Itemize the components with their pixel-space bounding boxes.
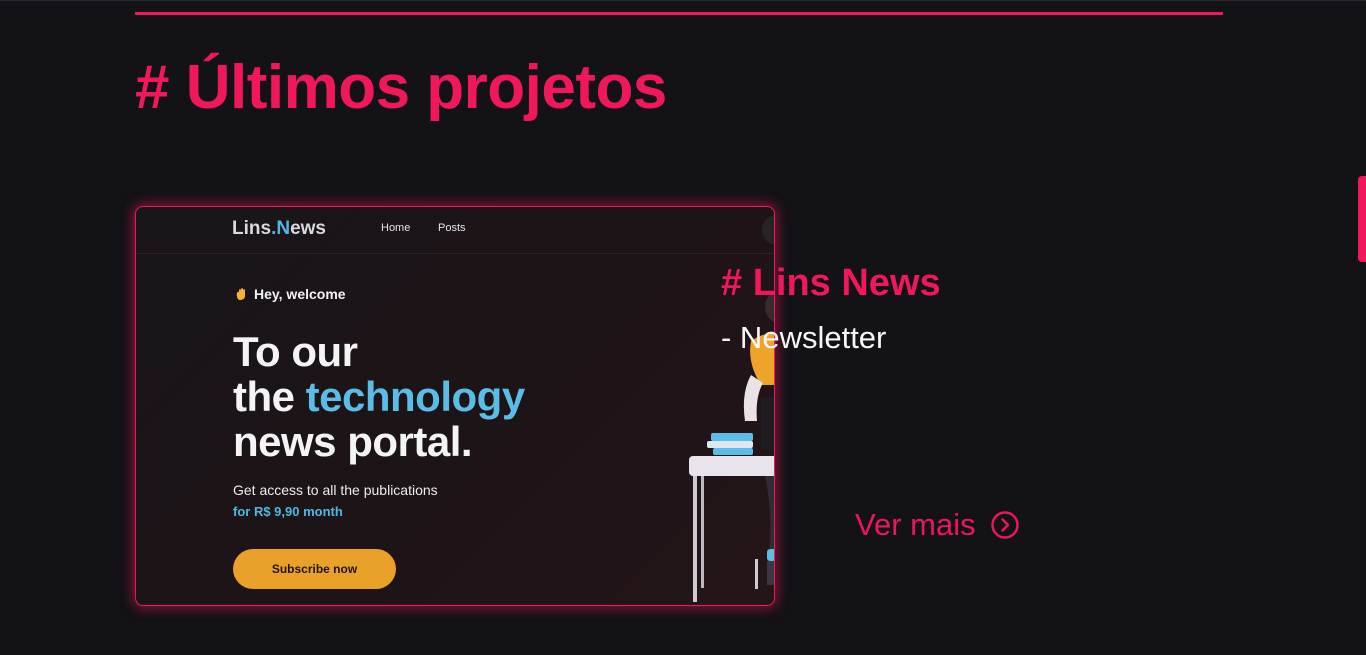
preview-avatar: [762, 215, 774, 245]
section-divider: [135, 12, 1223, 15]
project-name: # Lins News: [721, 262, 941, 304]
preview-subscribe-button: Subscribe now: [233, 549, 396, 589]
preview-description: Get access to all the publications: [233, 482, 438, 498]
top-border: [0, 0, 1366, 1]
see-more-label: Ver mais: [855, 507, 976, 542]
preview-price: for R$ 9,90 month: [233, 504, 343, 519]
preview-navbar: Lins.News Home Posts: [136, 207, 774, 254]
scroll-indicator[interactable]: [1358, 176, 1366, 262]
section-title: # Últimos projetos: [135, 53, 667, 122]
chevron-right-circle-icon: [990, 511, 1019, 539]
preview-greeting: Hey, welcome: [234, 286, 346, 302]
preview-logo: Lins.News: [232, 218, 326, 239]
preview-nav-home: Home: [381, 222, 411, 234]
preview-nav-posts: Posts: [438, 222, 466, 234]
preview-hero-title: To our the technology news portal.: [233, 328, 525, 465]
waving-hand-icon: [236, 288, 245, 300]
see-more-link[interactable]: Ver mais: [855, 507, 1020, 543]
project-preview-card[interactable]: Lins.News Home Posts Hey, welcome To our…: [135, 206, 775, 606]
project-type: - Newsletter: [721, 320, 887, 355]
